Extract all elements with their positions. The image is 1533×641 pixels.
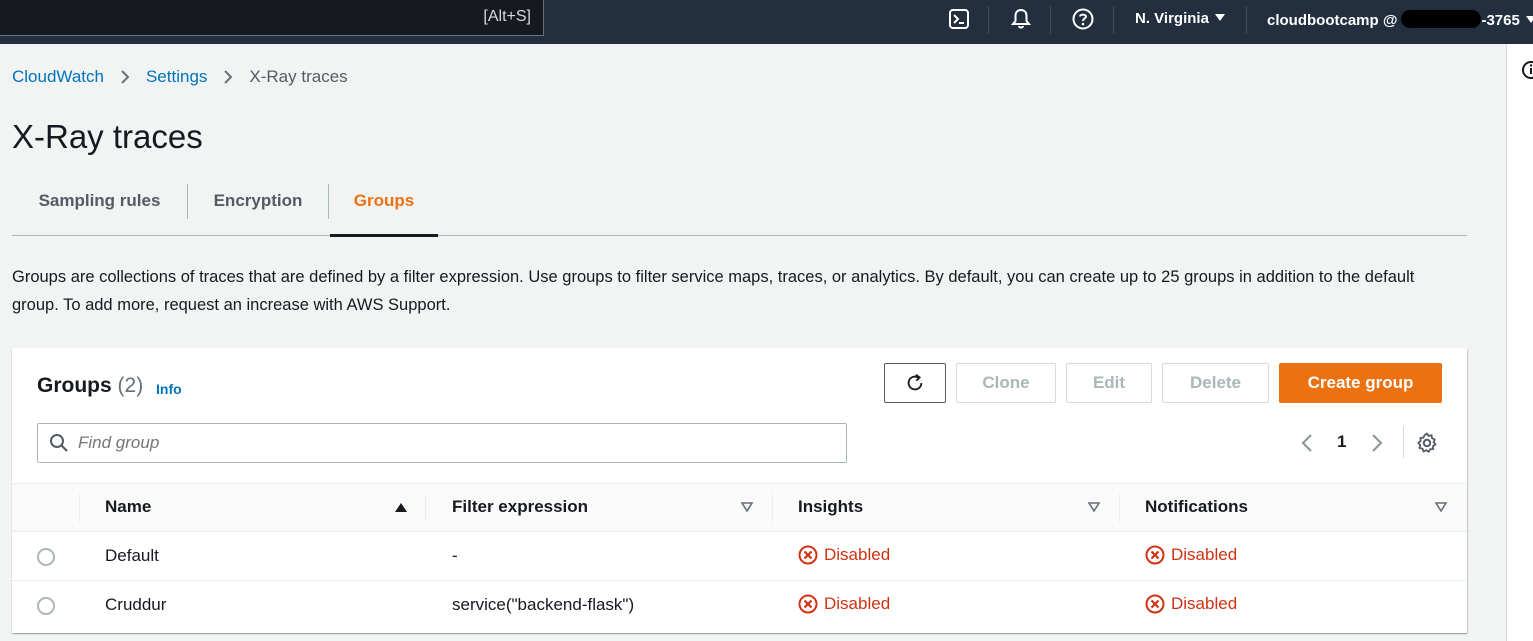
groups-table-container: Groups (2) Info Clone Edit Delete Create… bbox=[12, 348, 1467, 633]
global-search-bar[interactable]: [Alt+S] bbox=[0, 0, 544, 36]
search-shortcut-hint: [Alt+S] bbox=[483, 8, 531, 25]
chevron-right-icon[interactable] bbox=[1368, 432, 1386, 454]
groups-description: Groups are collections of traces that ar… bbox=[12, 268, 1415, 314]
status-error-icon bbox=[798, 545, 818, 565]
nav-divider bbox=[1113, 6, 1114, 34]
insights-status-label: Disabled bbox=[824, 545, 891, 564]
column-header-filter-expression[interactable]: Filter expression bbox=[452, 497, 588, 517]
search-input[interactable] bbox=[78, 433, 828, 453]
tab-encryption[interactable]: Encryption bbox=[188, 180, 328, 236]
groups-title: Groups bbox=[37, 374, 112, 397]
top-navigation: [Alt+S] N. Virginia cloudbootcamp @ -3765 bbox=[0, 0, 1533, 44]
groups-header: Groups (2) bbox=[37, 374, 143, 398]
group-name: Cruddur bbox=[105, 595, 167, 614]
refresh-button[interactable] bbox=[884, 363, 946, 403]
nav-divider bbox=[988, 6, 989, 34]
status-error-icon bbox=[1145, 545, 1165, 565]
current-page-number[interactable]: 1 bbox=[1337, 432, 1346, 452]
table-row[interactable]: Cruddur service("backend-flask") Disable… bbox=[12, 581, 1467, 630]
group-name: Default bbox=[105, 546, 159, 565]
page-title: X-Ray traces bbox=[12, 118, 203, 155]
notifications-status: Disabled bbox=[1145, 545, 1237, 565]
filter-expression: service("backend-flask") bbox=[452, 595, 635, 614]
account-name: cloudbootcamp @ bbox=[1267, 12, 1398, 29]
sort-ascending-icon[interactable] bbox=[394, 501, 408, 513]
status-error-icon bbox=[798, 594, 818, 614]
search-icon bbox=[50, 434, 68, 452]
column-divider bbox=[772, 494, 773, 522]
insights-status-label: Disabled bbox=[824, 594, 891, 613]
info-link[interactable]: Info bbox=[156, 381, 182, 397]
filter-expression: - bbox=[452, 546, 458, 565]
insights-status: Disabled bbox=[798, 545, 890, 565]
table-row[interactable]: Default - Disabled Disabled bbox=[12, 532, 1467, 581]
notifications-status: Disabled bbox=[1145, 594, 1237, 614]
region-selector[interactable]: N. Virginia bbox=[1135, 10, 1225, 27]
create-group-button[interactable]: Create group bbox=[1279, 363, 1442, 403]
column-divider bbox=[425, 494, 426, 522]
column-divider bbox=[1119, 494, 1120, 522]
tab-sampling-rules[interactable]: Sampling rules bbox=[12, 180, 187, 236]
help-icon[interactable] bbox=[1071, 7, 1095, 31]
chevron-left-icon[interactable] bbox=[1298, 432, 1316, 454]
settings-tabs: Sampling rules Encryption Groups bbox=[12, 180, 1467, 237]
redacted-account-id bbox=[1401, 10, 1482, 28]
help-panel-rail bbox=[1506, 44, 1533, 641]
sort-unsorted-icon[interactable] bbox=[740, 501, 754, 513]
table-header: Name Filter expression Insights Notifica… bbox=[12, 483, 1467, 532]
info-circle-icon[interactable] bbox=[1521, 60, 1533, 80]
gear-icon[interactable] bbox=[1415, 431, 1439, 455]
insights-status: Disabled bbox=[798, 594, 890, 614]
column-divider bbox=[79, 494, 80, 522]
nav-divider bbox=[1246, 6, 1247, 34]
status-error-icon bbox=[1145, 594, 1165, 614]
find-group-field[interactable] bbox=[37, 423, 847, 463]
notifications-status-label: Disabled bbox=[1171, 545, 1238, 564]
sort-unsorted-icon[interactable] bbox=[1434, 501, 1448, 513]
pager-divider bbox=[1403, 426, 1404, 458]
column-header-notifications[interactable]: Notifications bbox=[1145, 497, 1248, 517]
chevron-right-icon bbox=[224, 70, 233, 84]
row-select-radio[interactable] bbox=[37, 597, 55, 615]
column-header-insights[interactable]: Insights bbox=[798, 497, 863, 517]
breadcrumb-settings[interactable]: Settings bbox=[146, 67, 207, 87]
delete-button[interactable]: Delete bbox=[1162, 363, 1269, 403]
sort-unsorted-icon[interactable] bbox=[1087, 501, 1101, 513]
tab-divider bbox=[328, 184, 329, 219]
tab-groups[interactable]: Groups bbox=[330, 180, 438, 237]
caret-down-icon bbox=[1525, 16, 1533, 23]
column-header-name[interactable]: Name bbox=[105, 497, 151, 517]
account-menu[interactable]: cloudbootcamp @ -3765 bbox=[1267, 10, 1533, 29]
region-label: N. Virginia bbox=[1135, 10, 1209, 27]
chevron-right-icon bbox=[121, 70, 130, 84]
caret-down-icon bbox=[1214, 14, 1225, 21]
nav-divider bbox=[1050, 6, 1051, 34]
refresh-icon bbox=[907, 374, 923, 391]
notifications-status-label: Disabled bbox=[1171, 594, 1238, 613]
clone-button[interactable]: Clone bbox=[956, 363, 1056, 403]
groups-count: (2) bbox=[117, 374, 144, 397]
edit-button[interactable]: Edit bbox=[1066, 363, 1152, 403]
row-select-radio[interactable] bbox=[37, 548, 55, 566]
cloudshell-icon[interactable] bbox=[947, 7, 971, 31]
account-id-suffix: -3765 bbox=[1481, 12, 1520, 29]
breadcrumb-cloudwatch[interactable]: CloudWatch bbox=[12, 67, 104, 87]
bell-icon[interactable] bbox=[1009, 7, 1033, 31]
breadcrumb: CloudWatch Settings X-Ray traces bbox=[12, 67, 348, 87]
breadcrumb-current: X-Ray traces bbox=[249, 67, 348, 86]
